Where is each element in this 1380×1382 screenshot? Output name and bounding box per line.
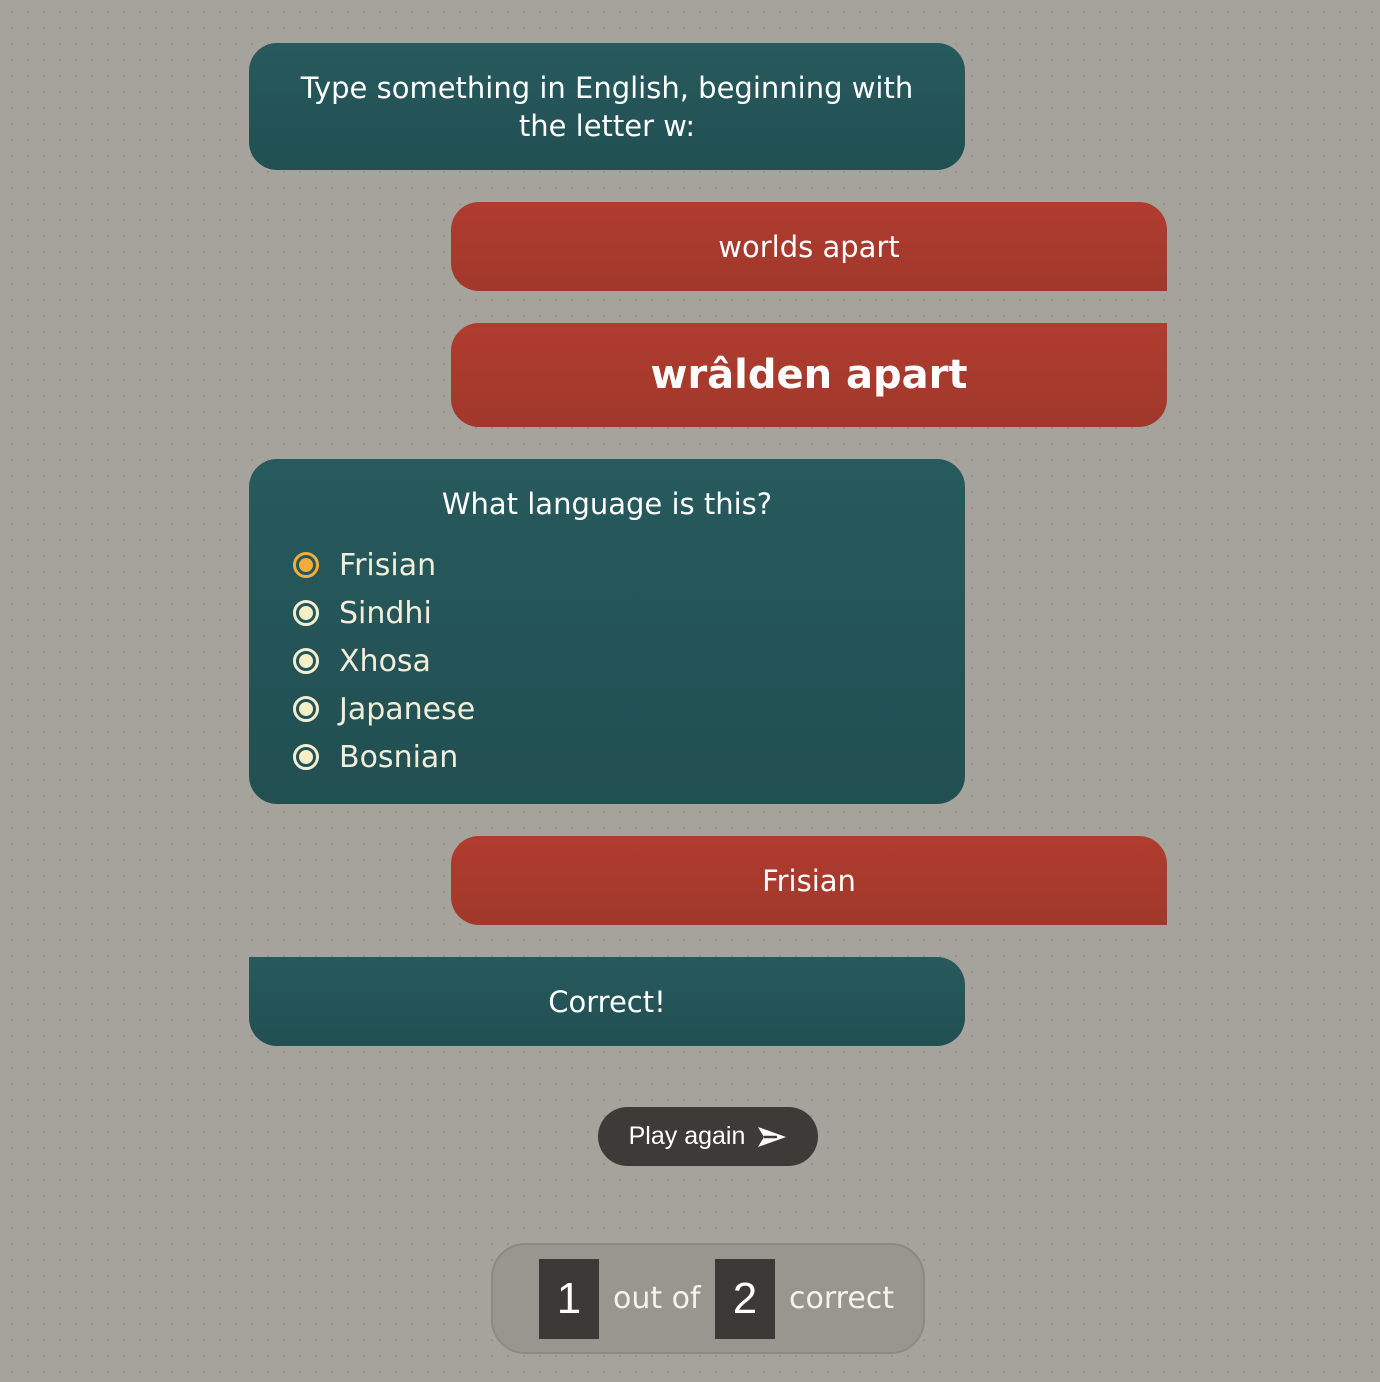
score-middle-text: out of	[613, 1281, 701, 1316]
option-label: Bosnian	[339, 739, 459, 775]
question-title: What language is this?	[441, 487, 773, 521]
option-label: Japanese	[339, 691, 476, 727]
option-frisian[interactable]: Frisian	[292, 541, 475, 589]
radio-selected-icon[interactable]	[293, 552, 319, 578]
user-input-text: worlds apart	[718, 229, 900, 264]
correct-count: 1	[539, 1259, 599, 1339]
result-text: Correct!	[548, 984, 666, 1019]
prompt-bubble: Type something in English, beginning wit…	[249, 43, 965, 170]
option-bosnian[interactable]: Bosnian	[292, 733, 475, 781]
score-panel: 1 out of 2 correct	[491, 1243, 925, 1354]
paper-plane-icon	[758, 1126, 787, 1147]
translation-bubble: wrâlden apart	[451, 323, 1167, 427]
radio-icon[interactable]	[293, 600, 319, 626]
prompt-text: Type something in English, beginning wit…	[300, 70, 914, 143]
option-label: Sindhi	[339, 595, 432, 631]
answer-bubble: Frisian	[451, 836, 1167, 925]
total-count: 2	[715, 1259, 775, 1339]
play-again-button[interactable]: Play again	[598, 1107, 818, 1166]
play-again-label: Play again	[628, 1122, 746, 1150]
language-options: Frisian Sindhi Xhosa Japanese Bosnian	[292, 541, 475, 781]
radio-icon[interactable]	[293, 648, 319, 674]
option-xhosa[interactable]: Xhosa	[292, 637, 475, 685]
option-japanese[interactable]: Japanese	[292, 685, 475, 733]
option-label: Frisian	[339, 547, 437, 583]
radio-icon[interactable]	[293, 696, 319, 722]
option-label: Xhosa	[339, 643, 431, 679]
option-sindhi[interactable]: Sindhi	[292, 589, 475, 637]
answer-text: Frisian	[762, 863, 856, 898]
score-suffix-text: correct	[789, 1281, 895, 1316]
radio-icon[interactable]	[293, 744, 319, 770]
result-bubble: Correct!	[249, 957, 965, 1046]
user-input-bubble: worlds apart	[451, 202, 1167, 291]
translation-text: wrâlden apart	[650, 352, 968, 398]
language-question-bubble: What language is this? Frisian Sindhi Xh…	[249, 459, 965, 804]
